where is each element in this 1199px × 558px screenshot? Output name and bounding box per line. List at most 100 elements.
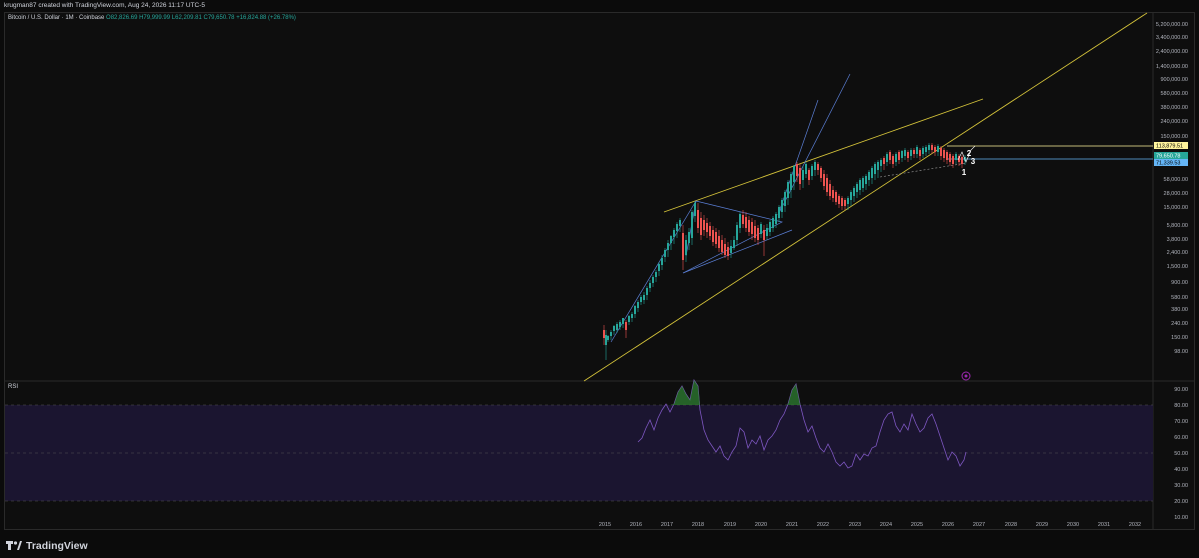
candle-body	[628, 316, 630, 322]
tradingview-logo-icon	[6, 541, 22, 550]
candle-body	[622, 318, 624, 324]
candle-body	[733, 240, 735, 248]
candle-body	[853, 188, 855, 196]
time-axis-year-label: 2015	[599, 522, 611, 528]
candle-body	[745, 217, 747, 228]
time-axis-year-label: 2024	[880, 522, 892, 528]
candle-body	[625, 322, 627, 330]
legend-open: O82,826.69	[106, 15, 138, 21]
candle-body	[934, 147, 936, 152]
rsi-tick-label: 60.00	[1174, 435, 1188, 441]
candle-body	[766, 228, 768, 236]
candle-body	[616, 324, 618, 330]
candle-body	[817, 164, 819, 170]
candle-body	[883, 158, 885, 164]
candle-body	[697, 210, 699, 228]
time-axis-year-label: 2021	[786, 522, 798, 528]
price-tick-label: 240.00	[1171, 321, 1188, 327]
time-axis-year-label: 2019	[724, 522, 736, 528]
candle-body	[643, 295, 645, 300]
candle-body	[772, 218, 774, 228]
time-axis-year-label: 2029	[1036, 522, 1048, 528]
candle-body	[685, 240, 687, 255]
candle-body	[739, 214, 741, 228]
candle-body	[682, 233, 684, 260]
rsi-overbought-oversold-band	[5, 405, 1153, 501]
candle-body	[886, 154, 888, 162]
rsi-tick-label: 80.00	[1174, 403, 1188, 409]
candle-body	[646, 288, 648, 295]
candle-body	[913, 150, 915, 154]
candle-body	[631, 314, 633, 318]
candle-body	[808, 170, 810, 180]
candle-body	[727, 247, 729, 256]
candle-body	[859, 180, 861, 190]
candle-body	[634, 306, 636, 314]
candle-body	[655, 272, 657, 277]
rsi-tick-label: 70.00	[1174, 419, 1188, 425]
symbol-legend: Bitcoin / U.S. Dollar · 1M · Coinbase O8…	[8, 15, 296, 21]
candle-body	[613, 326, 615, 331]
candle-body	[607, 336, 609, 340]
legend-change: +16,824.88 (+26.78%)	[236, 15, 296, 21]
price-tick-label: 580.00	[1171, 295, 1188, 301]
rsi-tick-label: 20.00	[1174, 499, 1188, 505]
candle-body	[724, 244, 726, 255]
candle-body	[871, 168, 873, 178]
candle-body	[781, 200, 783, 212]
candle-body	[754, 226, 756, 238]
candle-body	[712, 230, 714, 242]
event-marker-dot	[964, 374, 968, 378]
candle-body	[799, 168, 801, 184]
candle-body	[676, 224, 678, 231]
price-badge-text: 113,879.51	[1156, 144, 1183, 150]
candle-body	[838, 196, 840, 204]
candle-body	[874, 164, 876, 174]
candle-body	[649, 283, 651, 288]
time-axis-year-label: 2020	[755, 522, 767, 528]
candle-body	[787, 182, 789, 198]
candle-body	[949, 154, 951, 162]
time-axis-year-label: 2016	[630, 522, 642, 528]
price-chart[interactable]: 5,200,000.00 3,400,000.00 2,400,000.00 1,40…	[0, 0, 1199, 558]
price-tick-label: 380,000.00	[1160, 105, 1188, 111]
candle-body	[721, 240, 723, 252]
candle-body	[679, 220, 681, 226]
rsi-tick-label: 10.00	[1174, 515, 1188, 521]
candle-body	[802, 170, 804, 180]
candle-body	[769, 222, 771, 232]
price-tick-label: 1,500.00	[1167, 264, 1188, 270]
candle-body	[850, 192, 852, 200]
candlestick-series	[603, 143, 966, 360]
candle-body	[703, 220, 705, 230]
elliott-wave-label: 3	[971, 157, 976, 166]
candle-body	[603, 330, 605, 338]
candle-body	[922, 148, 924, 154]
time-axis-year-label: 2030	[1067, 522, 1079, 528]
candle-body	[796, 164, 798, 176]
candle-body	[694, 203, 696, 216]
candle-body	[784, 192, 786, 206]
candle-body	[793, 166, 795, 182]
candle-body	[841, 198, 843, 206]
candle-body	[730, 246, 732, 253]
candle-body	[910, 150, 912, 156]
candle-body	[757, 228, 759, 240]
candle-body	[946, 152, 948, 160]
candle-body	[868, 172, 870, 180]
tradingview-brand[interactable]: TradingView	[6, 539, 88, 553]
price-badge: 79,650.78	[1154, 152, 1188, 160]
price-tick-label: 150,000.00	[1160, 134, 1188, 140]
candle-body	[610, 332, 612, 336]
candle-body	[688, 232, 690, 243]
candle-body	[904, 150, 906, 156]
candle-body	[865, 176, 867, 184]
candle-body	[760, 224, 762, 234]
candle-body	[775, 214, 777, 224]
candle-body	[901, 151, 903, 158]
candle-body	[847, 198, 849, 204]
candle-body	[928, 145, 930, 150]
candle-body	[961, 157, 963, 164]
candle-body	[835, 192, 837, 202]
candle-body	[736, 225, 738, 240]
